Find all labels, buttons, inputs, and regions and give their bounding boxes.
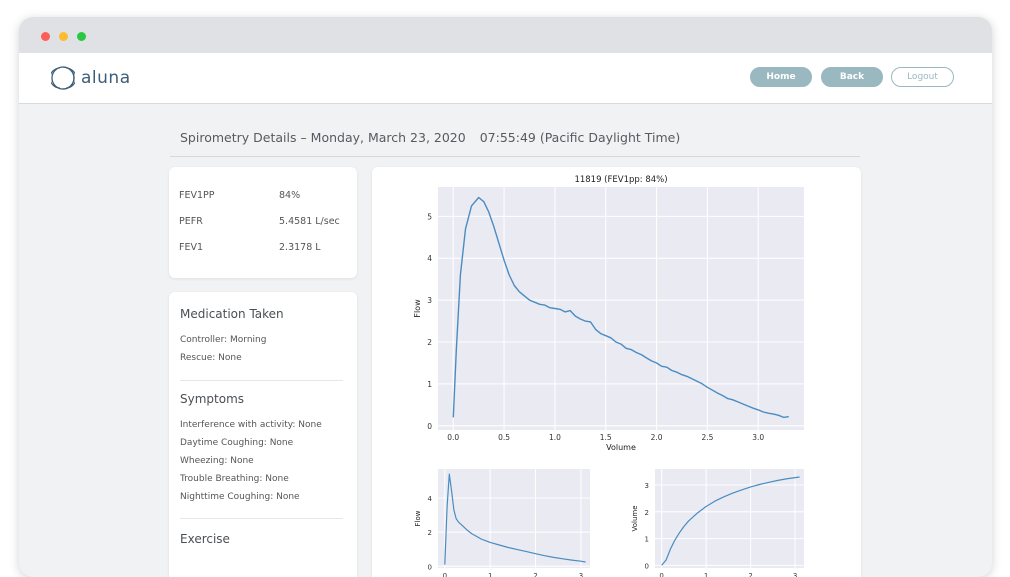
symptom-item: Wheezing: None — [180, 456, 254, 466]
section-divider — [180, 380, 343, 381]
y-tick-label: 3 — [427, 296, 432, 305]
medication-item: Controller: Morning — [180, 335, 267, 345]
page-title-time: 07:55:49 (Pacific Daylight Time) — [479, 130, 681, 145]
app-header: aluna Home Back Logout — [19, 53, 992, 104]
chart-title: 11819 (FEV1pp: 84%) — [574, 175, 667, 185]
y-tick-label: 4 — [427, 254, 432, 263]
y-tick-label: 3 — [645, 482, 649, 490]
stat-value-fev1: 2.3178 L — [279, 242, 321, 253]
x-tick-label: 1.0 — [549, 433, 561, 442]
stat-label-fev1pp: FEV1PP — [179, 190, 215, 201]
logo-text: aluna — [81, 68, 131, 88]
y-tick-label: 0 — [428, 563, 432, 571]
aluna-logo-icon — [51, 66, 75, 90]
symptom-item: Trouble Breathing: None — [180, 474, 289, 484]
symptom-item: Daytime Coughing: None — [180, 438, 294, 448]
x-tick-label: 2 — [533, 572, 537, 577]
y-tick-label: 1 — [427, 380, 432, 389]
minimize-window-dot[interactable] — [59, 32, 68, 41]
exercise-title: Exercise — [180, 532, 230, 546]
symptom-item: Nighttime Coughing: None — [180, 492, 300, 502]
chart-1: 0.0 0.5 1.0 1.5 2.0 2.5 3.0 0 1 2 3 4 5 11819 (FEV1pp… — [413, 175, 804, 452]
y-tick-label: 0 — [427, 422, 432, 431]
y-tick-label: 1 — [645, 536, 649, 544]
y-tick-label: 0 — [645, 562, 649, 570]
x-tick-label: 3.0 — [752, 433, 764, 442]
symptom-item: Interference with activity: None — [180, 420, 322, 430]
x-tick-label: 1 — [488, 572, 492, 577]
stat-value-fev1pp: 84% — [279, 190, 301, 201]
browser-window: aluna Home Back Logout Spirometry Detail… — [19, 17, 992, 577]
y-tick-label: 2 — [427, 338, 432, 347]
x-tick-label: 0.5 — [498, 433, 510, 442]
medication-item: Rescue: None — [180, 353, 242, 363]
x-tick-label: 0.0 — [447, 433, 459, 442]
logout-button[interactable]: Logout — [891, 67, 954, 87]
x-tick-label: 0 — [659, 572, 663, 577]
x-axis-label: Volume — [606, 443, 636, 452]
home-button[interactable]: Home — [750, 67, 812, 87]
y-axis-label: Flow — [414, 510, 422, 526]
close-window-dot[interactable] — [41, 32, 50, 41]
charts-card: 0.0 0.5 1.0 1.5 2.0 2.5 3.0 0 1 2 3 4 5 11819 (FEV1pp… — [372, 167, 861, 577]
page-title: Spirometry Details – Monday, March 23, 2… — [180, 130, 680, 145]
y-tick-label: 2 — [428, 529, 432, 537]
x-tick-label: 1.5 — [600, 433, 612, 442]
details-card: Medication Taken Controller: Morning Res… — [169, 292, 357, 577]
x-tick-label: 1 — [704, 572, 708, 577]
y-tick-label: 5 — [427, 212, 432, 221]
section-divider — [180, 518, 343, 519]
x-tick-label: 2.5 — [701, 433, 713, 442]
spirometry-charts: 0.0 0.5 1.0 1.5 2.0 2.5 3.0 0 1 2 3 4 5 11819 (FEV1pp… — [413, 175, 804, 577]
aluna-logo[interactable]: aluna — [51, 66, 131, 90]
y-tick-label: 2 — [645, 509, 649, 517]
symptoms-title: Symptoms — [180, 392, 245, 406]
stat-value-pefr: 5.4581 L/sec — [279, 216, 340, 227]
x-tick-label: 0 — [443, 572, 447, 577]
y-axis-label: Volume — [631, 505, 639, 531]
y-tick-label: 4 — [428, 495, 433, 503]
back-button[interactable]: Back — [821, 67, 883, 87]
plot-area — [655, 469, 804, 568]
x-tick-label: 3 — [579, 572, 583, 577]
window-titlebar — [19, 17, 992, 53]
x-tick-label: 3 — [793, 572, 797, 577]
x-tick-label: 2 — [748, 572, 752, 577]
page-title-date: Spirometry Details – Monday, March 23, 2… — [180, 130, 466, 145]
stat-label-pefr: PEFR — [179, 216, 203, 227]
plot-area — [438, 469, 590, 568]
medication-title: Medication Taken — [180, 307, 284, 321]
stats-card: FEV1PP 84% PEFR 5.4581 L/sec FEV1 2.3178… — [169, 167, 357, 278]
stat-label-fev1: FEV1 — [179, 242, 204, 253]
title-divider — [170, 156, 860, 157]
x-tick-label: 2.0 — [651, 433, 663, 442]
maximize-window-dot[interactable] — [77, 32, 86, 41]
y-axis-label: Flow — [413, 299, 422, 318]
